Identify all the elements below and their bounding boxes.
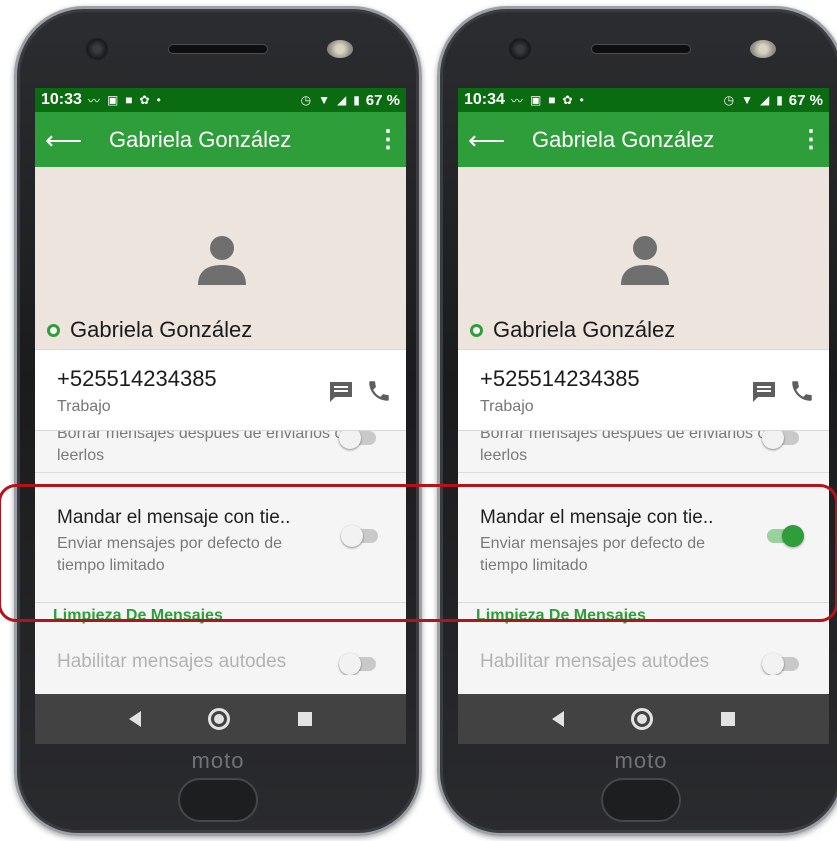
pinwheel-icon: ✿ xyxy=(562,93,573,107)
app-bar-title: Gabriela González xyxy=(532,126,715,152)
message-icon[interactable] xyxy=(751,380,777,404)
signal-icon: ◢ xyxy=(759,93,770,107)
highlight-box xyxy=(0,484,837,622)
earpiece-speaker xyxy=(168,44,268,54)
disappearing-toggle[interactable] xyxy=(762,431,799,449)
setting-subtitle: Borrar mensajes después de enviarlos o l… xyxy=(57,431,344,464)
status-bar: 10:33 〰 ▣ ■ ✿ • ◷ ▼ ◢ ▮ 67 % xyxy=(35,88,406,112)
alarm-icon: ◷ xyxy=(300,93,312,107)
phone-call-icon[interactable] xyxy=(789,378,815,404)
presence-indicator-icon xyxy=(470,323,483,337)
contact-phone-row[interactable]: +525514234385 Trabajo xyxy=(35,349,406,431)
contact-phone-row[interactable]: +525514234385 Trabajo xyxy=(458,349,829,431)
auto-delete-toggle[interactable] xyxy=(339,653,376,675)
status-time: 10:34 xyxy=(464,91,505,108)
phone-right: 10:34 〰 ▣ ■ ✿ • ◷ ▼ ◢ ▮ 67 % ⟵ Gabriela … xyxy=(437,6,837,836)
person-icon xyxy=(621,236,669,285)
setting-title: Habilitar mensajes autodes xyxy=(57,651,287,672)
setting-subtitle: Borrar mensajes después de enviarlos o l… xyxy=(480,431,767,464)
disappearing-toggle[interactable] xyxy=(339,431,376,449)
pinwheel-icon: ✿ xyxy=(139,93,150,107)
dot-icon: • xyxy=(579,93,584,107)
front-flash xyxy=(750,40,776,58)
profile-name: Gabriela González xyxy=(47,317,252,343)
earpiece-speaker xyxy=(591,44,691,54)
front-flash xyxy=(327,40,353,58)
fingerprint-sensor xyxy=(178,778,258,822)
nav-recents-icon[interactable] xyxy=(721,712,736,726)
profile-name: Gabriela González xyxy=(470,317,675,343)
gallery-icon: ▣ xyxy=(106,93,119,107)
app-bar: ⟵ Gabriela González ⋮ xyxy=(458,112,829,167)
battery-icon: ▮ xyxy=(776,93,783,107)
message-icon: ■ xyxy=(125,93,133,107)
brand-logo: moto xyxy=(191,748,245,773)
back-arrow-icon[interactable]: ⟵ xyxy=(468,127,516,153)
more-options-icon[interactable]: ⋮ xyxy=(799,125,823,154)
system-icons: ◷ ▼ ◢ ▮ xyxy=(301,93,360,107)
dot-icon: • xyxy=(156,93,161,107)
setting-disappearing-messages[interactable]: Borrar mensajes después de enviarlos o l… xyxy=(35,431,406,473)
app-bar-title: Gabriela González xyxy=(109,126,292,152)
activity-icon: 〰 xyxy=(510,93,523,108)
status-bar: 10:34 〰 ▣ ■ ✿ • ◷ ▼ ◢ ▮ 67 % xyxy=(458,88,829,112)
signal-icon: ◢ xyxy=(336,93,347,107)
wifi-icon: ▼ xyxy=(741,93,753,107)
nav-recents-icon[interactable] xyxy=(298,712,313,726)
phone-number: +525514234385 xyxy=(480,366,640,391)
nav-home-icon[interactable] xyxy=(208,708,231,730)
screen: 10:33 〰 ▣ ■ ✿ • ◷ ▼ ◢ ▮ 67 % ⟵ Gabriela … xyxy=(35,88,406,744)
notification-icons: 〰 ▣ ■ ✿ • xyxy=(511,92,584,109)
screen: 10:34 〰 ▣ ■ ✿ • ◷ ▼ ◢ ▮ 67 % ⟵ Gabriela … xyxy=(458,88,829,744)
fingerprint-sensor xyxy=(601,778,681,822)
nav-back-icon[interactable] xyxy=(551,711,564,727)
nav-back-icon[interactable] xyxy=(128,711,141,727)
auto-delete-toggle[interactable] xyxy=(762,653,799,675)
front-camera xyxy=(86,38,108,60)
nav-home-icon[interactable] xyxy=(631,708,654,730)
setting-title: Habilitar mensajes autodes xyxy=(480,651,710,672)
wifi-icon: ▼ xyxy=(318,93,330,107)
phone-type: Trabajo xyxy=(57,398,111,415)
activity-icon: 〰 xyxy=(87,93,100,108)
profile-name-text: Gabriela González xyxy=(493,317,676,342)
alarm-icon: ◷ xyxy=(723,93,735,107)
battery-icon: ▮ xyxy=(353,93,360,107)
notification-icons: 〰 ▣ ■ ✿ • xyxy=(88,92,161,109)
navigation-bar xyxy=(35,694,406,744)
brand-logo: moto xyxy=(614,748,668,773)
front-camera xyxy=(509,38,531,60)
navigation-bar xyxy=(458,694,829,744)
profile-header: Gabriela González xyxy=(458,167,829,349)
battery-percentage: 67 % xyxy=(365,91,400,109)
app-bar: ⟵ Gabriela González ⋮ xyxy=(35,112,406,167)
system-icons: ◷ ▼ ◢ ▮ xyxy=(724,93,783,107)
presence-indicator-icon xyxy=(47,323,60,337)
setting-auto-delete[interactable]: Habilitar mensajes autodes xyxy=(458,643,829,675)
message-icon[interactable] xyxy=(328,380,354,404)
setting-disappearing-messages[interactable]: Borrar mensajes después de enviarlos o l… xyxy=(458,431,829,473)
message-icon: ■ xyxy=(548,93,556,107)
profile-header: Gabriela González xyxy=(35,167,406,349)
more-options-icon[interactable]: ⋮ xyxy=(376,125,400,154)
status-time: 10:33 xyxy=(41,91,82,108)
gallery-icon: ▣ xyxy=(529,93,542,107)
setting-auto-delete[interactable]: Habilitar mensajes autodes xyxy=(35,643,406,675)
phone-call-icon[interactable] xyxy=(366,378,392,404)
phone-type: Trabajo xyxy=(480,398,534,415)
battery-percentage: 67 % xyxy=(788,91,823,109)
phone-left: 10:33 〰 ▣ ■ ✿ • ◷ ▼ ◢ ▮ 67 % ⟵ Gabriela … xyxy=(14,6,422,836)
profile-name-text: Gabriela González xyxy=(70,317,253,342)
person-icon xyxy=(198,236,246,285)
phone-number: +525514234385 xyxy=(57,366,217,391)
back-arrow-icon[interactable]: ⟵ xyxy=(45,127,93,153)
